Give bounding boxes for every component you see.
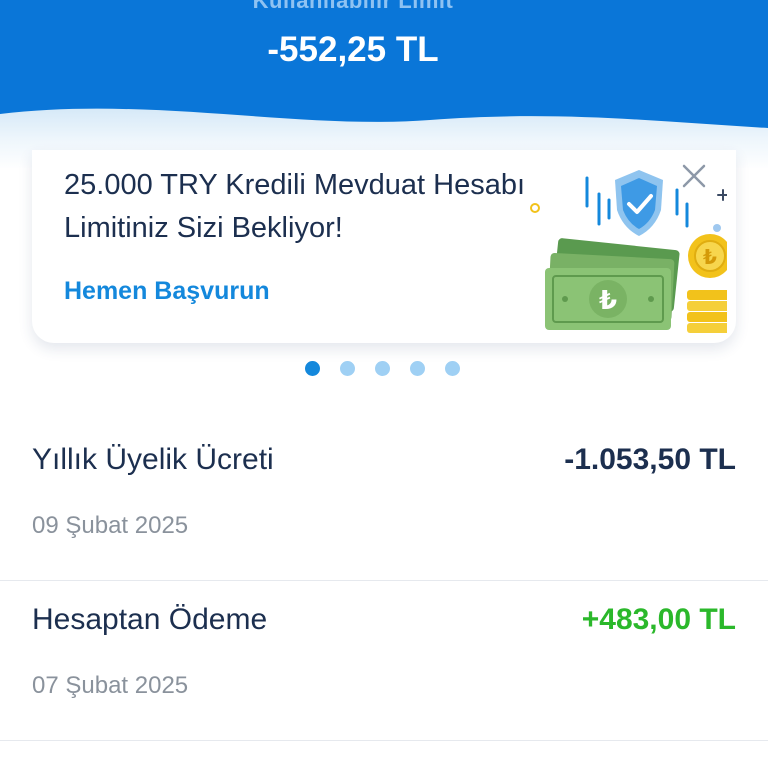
carousel-dot-5[interactable] [445, 361, 460, 376]
transaction-date: 07 Şubat 2025 [32, 672, 189, 699]
transaction-amount: -1.053,50 TL [564, 443, 736, 476]
available-limit-amount: -552,25 TL [267, 30, 439, 69]
svg-text:₺: ₺ [703, 245, 717, 269]
carousel-dot-1[interactable] [305, 361, 320, 376]
transaction-row[interactable]: Hesaptan Ödeme +483,00 TL 07 Şubat 2025 [0, 581, 768, 741]
apply-now-link[interactable]: Hemen Başvurun [64, 277, 270, 306]
available-limit-header: Kullanılabilir Limit -552,25 TL [0, 0, 768, 168]
svg-text:₺: ₺ [599, 286, 617, 316]
transaction-date: 09 Şubat 2025 [32, 512, 189, 539]
transaction-row[interactable]: Yıllık Üyelik Ücreti -1.053,50 TL 09 Şub… [0, 421, 768, 581]
carousel-dot-4[interactable] [410, 361, 425, 376]
transaction-title: Hesaptan Ödeme [32, 603, 268, 636]
money-shield-illustration: ₺ ₺ [530, 170, 727, 333]
promo-title: 25.000 TRY Kredili Mevduat Hesabı Limiti… [64, 169, 526, 244]
carousel-dot-2[interactable] [340, 361, 355, 376]
carousel-pagination [305, 361, 460, 377]
transaction-amount: +483,00 TL [581, 603, 736, 636]
carousel-dot-3[interactable] [375, 361, 390, 376]
transaction-title: Yıllık Üyelik Ücreti [32, 443, 274, 476]
promo-card[interactable]: 25.000 TRY Kredili Mevduat Hesabı Limiti… [32, 150, 736, 343]
available-limit-label: Kullanılabilir Limit [252, 0, 454, 13]
